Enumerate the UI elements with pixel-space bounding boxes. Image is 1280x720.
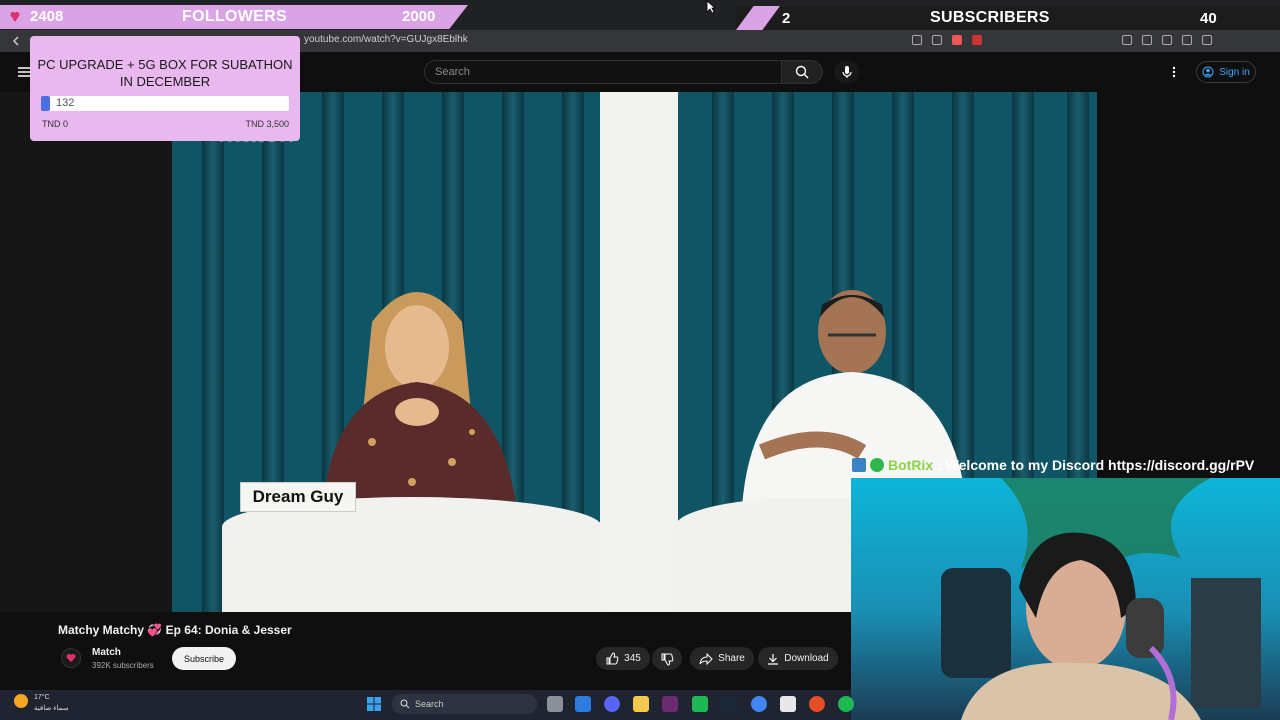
download-label: Download (784, 653, 829, 664)
subs-label: SUBSCRIBERS (930, 9, 1050, 26)
goal-min: TND 0 (42, 119, 69, 129)
download-icon (768, 653, 779, 665)
vpn-icon[interactable] (1182, 35, 1192, 45)
app-icon-green[interactable] (692, 696, 708, 712)
channel-avatar[interactable] (61, 648, 81, 668)
back-icon[interactable] (10, 35, 22, 47)
search-button[interactable] (781, 60, 823, 84)
bot-badge-icon (852, 458, 866, 472)
spotify-icon[interactable] (838, 696, 854, 712)
taskbar-search[interactable]: Search (392, 694, 537, 714)
extension-alert-icon[interactable] (972, 35, 982, 45)
center-partition (600, 92, 678, 612)
sign-in-button[interactable]: Sign in (1196, 61, 1256, 83)
subscribers-goal-banner: 2 SUBSCRIBERS 40 (736, 6, 1280, 30)
search-placeholder: Search (435, 66, 470, 78)
followers-count: 2408 (30, 8, 64, 25)
task-view-icon[interactable] (547, 696, 563, 712)
account-icon (1202, 66, 1214, 78)
share-page-icon[interactable] (932, 35, 942, 45)
subathon-goal-card: PC UPGRADE + 5G BOX FOR SUBATHON IN DECE… (30, 36, 300, 141)
channel-subscriber-count: 392K subscribers (92, 661, 154, 670)
like-count: 345 (624, 653, 641, 664)
discord-icon[interactable] (604, 696, 620, 712)
goal-title: PC UPGRADE + 5G BOX FOR SUBATHON IN DECE… (37, 57, 293, 89)
steam-icon[interactable] (721, 696, 737, 712)
contestant-left (312, 272, 522, 512)
chat-message: BotRix : Welcome to my Discord https://d… (852, 454, 1280, 476)
dislike-button[interactable] (652, 647, 682, 670)
file-explorer-icon[interactable] (633, 696, 649, 712)
app-icon-edge[interactable] (575, 696, 591, 712)
share-label: Share (718, 653, 745, 664)
share-button[interactable]: Share (690, 647, 754, 670)
chat-username: BotRix (888, 457, 934, 473)
taskbar-search-label: Search (415, 699, 444, 709)
download-button[interactable]: Download (758, 647, 838, 670)
thumbs-up-icon (606, 651, 619, 664)
dream-guy-sign: Dream Guy (240, 482, 356, 512)
weather-sun-icon (14, 694, 28, 708)
followers-goal: 2000 (402, 8, 436, 25)
match-logo-icon (66, 654, 76, 662)
goal-progress-value: 132 (56, 97, 75, 109)
verified-badge-icon (870, 458, 884, 472)
hamburger-icon[interactable] (18, 67, 30, 77)
chat-text: : Welcome to my Discord https://discord.… (937, 457, 1255, 473)
sidebar-icon[interactable] (1142, 35, 1152, 45)
app-icon-media[interactable] (662, 696, 678, 712)
more-options-icon[interactable] (1171, 66, 1177, 78)
search-icon (795, 65, 809, 79)
followers-label: FOLLOWERS (182, 8, 287, 25)
subs-count: 2 (782, 10, 791, 27)
search-input[interactable]: Search (424, 60, 782, 84)
table-left (222, 497, 602, 612)
mouse-cursor-icon (706, 0, 716, 14)
heart-icon (10, 8, 20, 24)
streamer-webcam (851, 478, 1280, 720)
address-url[interactable]: youtube.com/watch?v=GUJgx8Eblhk (304, 34, 468, 45)
weather-description: سماء صافية (34, 705, 69, 712)
video-title: Matchy Matchy 💞 Ep 64: Donia & Jesser (58, 623, 292, 637)
sign-in-label: Sign in (1219, 66, 1250, 78)
extension-shield-icon[interactable] (952, 35, 962, 45)
search-icon (400, 699, 410, 709)
cast-icon[interactable] (912, 35, 922, 45)
goal-max: TND 3,500 (245, 119, 289, 129)
subscribe-button[interactable]: Subscribe (172, 647, 236, 670)
chrome-icon[interactable] (751, 696, 767, 712)
goal-progress-bar: 132 (41, 96, 289, 111)
subs-goal: 40 (1200, 10, 1217, 27)
media-icon[interactable] (1122, 35, 1132, 45)
windows-start-icon[interactable] (366, 696, 382, 712)
weather-temperature: 17°C (34, 694, 50, 701)
followers-goal-banner: 2408 FOLLOWERS 2000 (0, 5, 468, 29)
microphone-icon (842, 66, 852, 78)
notepad-icon[interactable] (780, 696, 796, 712)
banner-accent (736, 6, 780, 30)
voice-search-button[interactable] (834, 60, 860, 84)
menu-icon[interactable] (1202, 35, 1212, 45)
thumbs-down-icon (661, 653, 674, 666)
browser-toolbar-icons (912, 35, 1272, 47)
goal-progress-fill (41, 96, 50, 111)
wallet-icon[interactable] (1162, 35, 1172, 45)
share-icon (699, 652, 713, 665)
browser-icon[interactable] (809, 696, 825, 712)
like-button[interactable]: 345 (596, 647, 650, 670)
channel-name[interactable]: Match (92, 647, 121, 658)
